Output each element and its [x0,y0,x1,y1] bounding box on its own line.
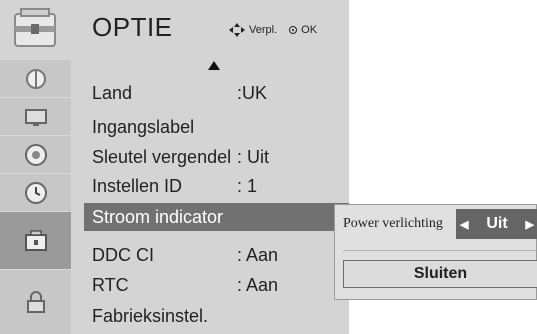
picture-icon [25,68,46,89]
clock-icon [24,181,47,204]
arrow-left-icon[interactable]: ◀ [460,218,468,231]
row-label: RTC [92,274,129,295]
speaker-icon [24,143,47,166]
option-menu: OPTIE Verpl. OK Land:UK Ingangslabel Sl… [0,0,349,334]
row-label: DDC CI [92,244,154,265]
row-value: : 1 [237,175,258,196]
row-value: : Uit [237,146,270,167]
close-button[interactable]: Sluiten [343,260,537,288]
sidebar-item-option[interactable] [0,212,71,270]
power-light-selector[interactable]: ◀ Uit ▶ [456,209,537,239]
selector-value: Uit [486,215,508,232]
power-light-popup: Power verlichting ◀ Uit ▶ Sluiten [334,204,537,300]
sidebar [0,60,71,334]
row-value: :UK [237,82,268,103]
menu-row-rtc[interactable]: RTC : Aan [92,271,278,299]
ok-button-icon [289,26,298,34]
sidebar-item-time[interactable] [0,174,71,212]
row-label: Land [92,82,133,103]
row-label: Sleutel vergendel [92,146,232,167]
menu-row-ingangslabel[interactable]: Ingangslabel [92,113,237,141]
divider [343,250,536,251]
move-arrows-icon [229,23,245,37]
lock-icon [26,291,45,313]
sidebar-item-monitor[interactable] [0,98,71,136]
row-label: Fabrieksinstel. [92,305,209,326]
menu-row-sleutel-vergendel[interactable]: Sleutel vergendel : Uit [92,143,269,171]
arrow-right-icon[interactable]: ▶ [526,218,534,231]
nav-hint: Verpl. OK [229,23,317,37]
row-label: Instellen ID [92,175,183,196]
menu-row-land[interactable]: Land :UK [92,79,267,107]
sidebar-item-audio[interactable] [0,136,71,174]
option-icon [24,229,47,251]
menu-title: OPTIE [92,12,173,42]
monitor-icon [24,108,47,126]
menu-row-instellen-id[interactable]: Instellen ID : 1 [92,172,257,200]
sidebar-item-lock[interactable] [0,270,71,334]
menu-row-ddc-ci[interactable]: DDC CI : Aan [92,241,278,269]
row-label: Stroom indicator [92,206,224,227]
hint-ok-label: OK [301,24,318,36]
toolbox-icon [14,8,56,47]
row-label: Ingangslabel [92,116,195,137]
scroll-up-icon[interactable] [208,61,220,70]
hint-move-label: Verpl. [249,24,278,36]
popup-label: Power verlichting [343,216,443,231]
row-value: : Aan [237,244,279,265]
menu-row-stroom-indicator[interactable]: Stroom indicator [84,203,349,231]
sidebar-item-picture[interactable] [0,60,71,98]
row-value: : Aan [237,274,279,295]
menu-row-fabrieksinstel[interactable]: Fabrieksinstel. [92,302,237,330]
